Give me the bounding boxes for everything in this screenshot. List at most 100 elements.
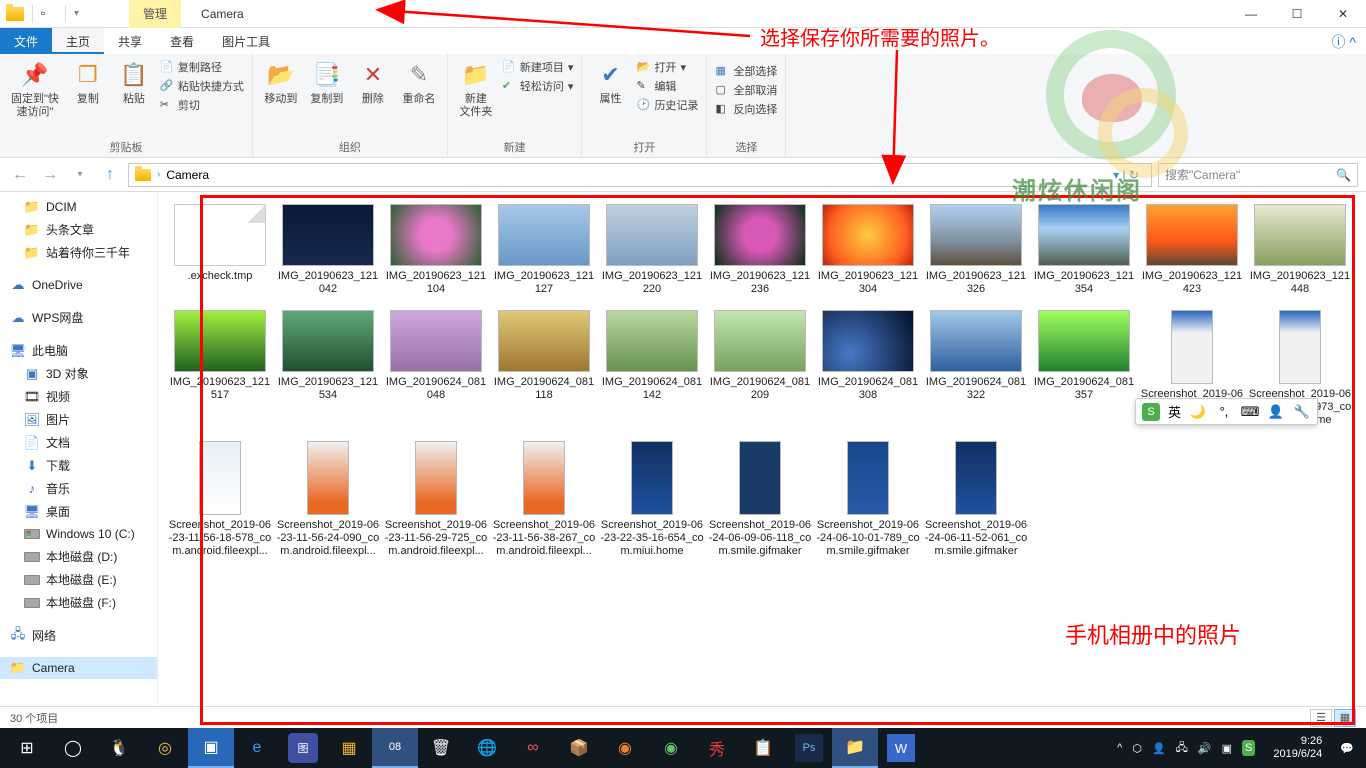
taskbar-app-10[interactable]: ∞	[510, 728, 556, 768]
file-item[interactable]: IMG_20190623_121220	[598, 204, 706, 296]
sidebar-item-camera[interactable]: 📁Camera	[0, 657, 157, 679]
search-input[interactable]: 搜索"Camera" 🔍	[1158, 163, 1358, 187]
taskbar-app-5[interactable]: 图	[288, 733, 318, 763]
tab-file[interactable]: 文件	[0, 28, 52, 54]
tab-home[interactable]: 主页	[52, 28, 104, 54]
file-item[interactable]: IMG_20190624_081142	[598, 310, 706, 427]
file-item[interactable]: IMG_20190623_121448	[1246, 204, 1354, 296]
file-item[interactable]: Screenshot_2019-06-23-11-56-29-725_com.a…	[382, 441, 490, 558]
file-item[interactable]: IMG_20190623_121326	[922, 204, 1030, 296]
sidebar-item-thispc[interactable]: 🖥此电脑	[0, 339, 157, 362]
file-item[interactable]: IMG_20190624_081048	[382, 310, 490, 427]
sidebar-item-disk-c[interactable]: Windows 10 (C:)	[0, 523, 157, 545]
file-item[interactable]: Screenshot_2019-06-24-06-09-06-118_com.s…	[706, 441, 814, 558]
sidebar-item-videos[interactable]: 🎞视频	[0, 385, 157, 408]
sidebar-item-documents[interactable]: 📄文档	[0, 431, 157, 454]
file-item[interactable]: IMG_20190624_081308	[814, 310, 922, 427]
file-item[interactable]: Screenshot_2019-06-24-06-10-01-789_com.s…	[814, 441, 922, 558]
taskbar-app-13[interactable]: ◉	[648, 728, 694, 768]
recent-dropdown-icon[interactable]: ▾	[68, 163, 92, 187]
rename-button[interactable]: ✎重命名	[399, 57, 439, 108]
file-item[interactable]: IMG_20190624_081118	[490, 310, 598, 427]
close-button[interactable]: ✕	[1320, 0, 1366, 28]
content-pane[interactable]: .excheck.tmpIMG_20190623_121042IMG_20190…	[158, 192, 1366, 706]
taskbar-explorer-icon[interactable]: 📁	[832, 728, 878, 768]
ime-punct-icon[interactable]: °,	[1215, 403, 1233, 421]
tab-view[interactable]: 查看	[156, 28, 208, 54]
paste-shortcut-button[interactable]: 🔗粘贴快捷方式	[160, 78, 244, 94]
ime-moon-icon[interactable]: 🌙	[1189, 403, 1207, 421]
tray-people-icon[interactable]: 👤	[1152, 742, 1166, 755]
copy-button[interactable]: ❐复制	[68, 57, 108, 108]
file-item[interactable]: IMG_20190623_121042	[274, 204, 382, 296]
file-item[interactable]: Screenshot_2019-06-23-11-56-18-578_com.a…	[166, 441, 274, 558]
open-button[interactable]: 📂打开 ▾	[636, 59, 698, 75]
taskbar-app-12[interactable]: ◉	[602, 728, 648, 768]
taskbar-app-3[interactable]: ▣	[188, 728, 234, 768]
sidebar-item-disk-d[interactable]: 本地磁盘 (D:)	[0, 545, 157, 568]
file-item[interactable]: IMG_20190623_121127	[490, 204, 598, 296]
contextual-tab-manage[interactable]: 管理	[129, 0, 181, 28]
taskbar-app-7[interactable]: 08	[372, 728, 418, 768]
taskbar-wps-icon[interactable]: W	[887, 734, 915, 762]
breadcrumb[interactable]: › Camera ▾ | ↻	[128, 163, 1152, 187]
file-item[interactable]: .excheck.tmp	[166, 204, 274, 296]
qat-dropdown-icon[interactable]: ▾	[74, 8, 79, 19]
taskbar-app-14[interactable]: 秀	[694, 728, 740, 768]
taskbar-app-15[interactable]: 📋	[740, 728, 786, 768]
tray-volume-icon[interactable]: 🔊	[1198, 742, 1212, 755]
select-none-button[interactable]: ▢全部取消	[715, 82, 777, 98]
taskbar-app-2[interactable]: ◎	[142, 728, 188, 768]
sidebar-item-music[interactable]: ♪音乐	[0, 477, 157, 500]
ime-user-icon[interactable]: 👤	[1267, 403, 1285, 421]
view-details-button[interactable]: ☰	[1310, 709, 1332, 727]
start-button[interactable]: ⊞	[4, 728, 50, 768]
refresh-icon[interactable]: ▾ | ↻	[1107, 168, 1145, 182]
up-button[interactable]: ↑	[98, 163, 122, 187]
chevron-right-icon[interactable]: ›	[157, 169, 160, 180]
file-item[interactable]: IMG_20190624_081209	[706, 310, 814, 427]
properties-button[interactable]: ✔属性	[590, 57, 630, 108]
search-icon[interactable]: 🔍	[1336, 168, 1351, 182]
tray-ime-icon[interactable]: ▣	[1222, 742, 1232, 755]
sidebar-item-disk-e[interactable]: 本地磁盘 (E:)	[0, 568, 157, 591]
file-item[interactable]: IMG_20190624_081322	[922, 310, 1030, 427]
file-item[interactable]: IMG_20190623_121304	[814, 204, 922, 296]
sidebar-item-pictures[interactable]: 🖼图片	[0, 408, 157, 431]
taskbar-edge-icon[interactable]: e	[234, 728, 280, 768]
sidebar-item-zhanzhe[interactable]: 📁站着待你三千年	[0, 241, 157, 264]
file-item[interactable]: IMG_20190623_121104	[382, 204, 490, 296]
help-collapse-icon[interactable]: ⓘ ^	[1332, 32, 1356, 52]
tab-picture-tools[interactable]: 图片工具	[208, 28, 284, 54]
sidebar-item-onedrive[interactable]: ☁OneDrive	[0, 274, 157, 296]
view-thumbnails-button[interactable]: ▦	[1334, 709, 1356, 727]
maximize-button[interactable]: ☐	[1274, 0, 1320, 28]
file-item[interactable]: IMG_20190623_121423	[1138, 204, 1246, 296]
taskbar-ps-icon[interactable]: Ps	[795, 734, 823, 762]
file-item[interactable]: IMG_20190623_121354	[1030, 204, 1138, 296]
forward-button[interactable]: →	[38, 163, 62, 187]
minimize-button[interactable]: —	[1228, 0, 1274, 28]
ime-keyboard-icon[interactable]: ⌨	[1241, 403, 1259, 421]
file-item[interactable]: IMG_20190624_081357	[1030, 310, 1138, 427]
qat-icon-1[interactable]: ▫	[41, 6, 57, 22]
new-item-button[interactable]: 📄新建项目 ▾	[502, 59, 574, 75]
invert-selection-button[interactable]: ◧反向选择	[715, 101, 777, 117]
tray-clock[interactable]: 9:26 2019/6/24	[1265, 735, 1330, 761]
move-to-button[interactable]: 📂移动到	[261, 57, 301, 108]
action-center-icon[interactable]: 💬	[1340, 742, 1354, 755]
ime-logo-icon[interactable]: S	[1142, 403, 1160, 421]
sidebar-item-network[interactable]: 🖧网络	[0, 624, 157, 647]
copy-to-button[interactable]: 📑复制到	[307, 57, 347, 108]
taskbar-app-8[interactable]: 🗑	[418, 728, 464, 768]
pin-quick-access-button[interactable]: 📌固定到"快 速访问"	[8, 57, 62, 121]
back-button[interactable]: ←	[8, 163, 32, 187]
ime-lang-label[interactable]: 英	[1168, 402, 1181, 421]
file-item[interactable]: IMG_20190623_121517	[166, 310, 274, 427]
taskbar-app-11[interactable]: 📦	[556, 728, 602, 768]
file-item[interactable]: IMG_20190623_121236	[706, 204, 814, 296]
tab-share[interactable]: 共享	[104, 28, 156, 54]
ime-settings-icon[interactable]: 🔧	[1293, 403, 1311, 421]
cut-button[interactable]: ✂剪切	[160, 97, 244, 113]
tray-expand-icon[interactable]: ^	[1117, 742, 1122, 754]
